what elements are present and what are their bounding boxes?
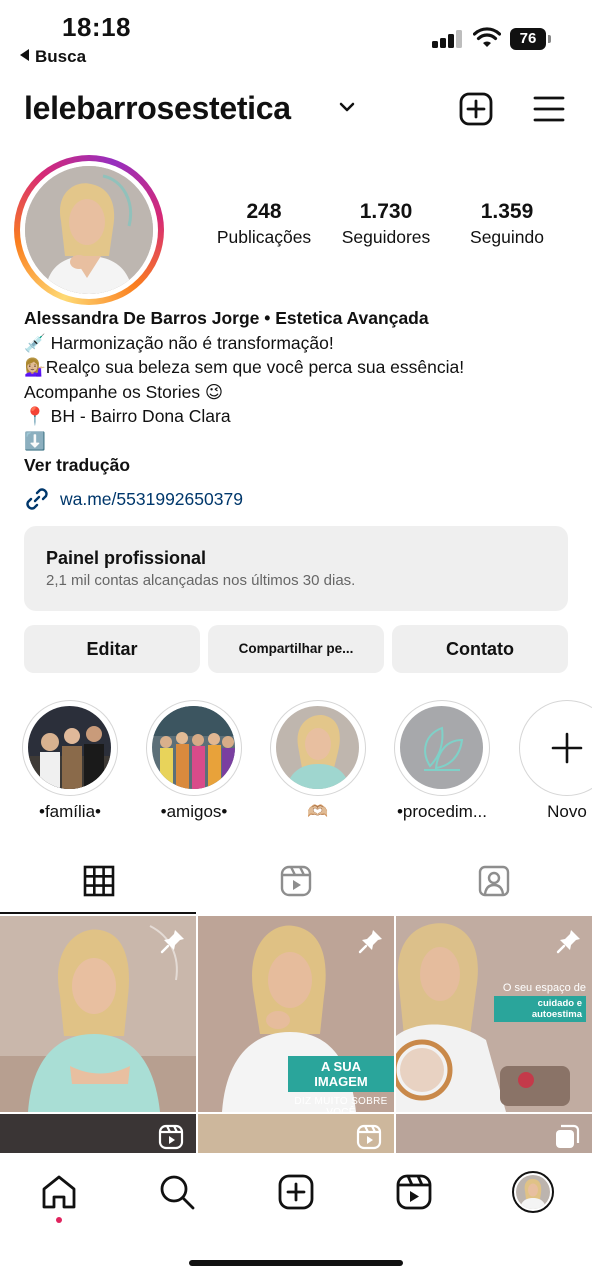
- profile-display-name: Alessandra De Barros Jorge • Estetica Av…: [24, 308, 429, 328]
- share-profile-button[interactable]: Compartilhar pe...: [208, 625, 384, 673]
- new-highlight-ring: [519, 700, 592, 796]
- profile-nav-avatar[interactable]: [512, 1171, 554, 1213]
- post-tile[interactable]: [0, 1114, 196, 1153]
- hands-cover-image: [276, 706, 359, 789]
- back-to-app-button[interactable]: Busca: [20, 47, 86, 67]
- professional-dashboard[interactable]: Painel profissional 2,1 mil contas alcan…: [24, 526, 568, 611]
- highlight-cover: [276, 706, 359, 789]
- link-icon: [26, 488, 48, 510]
- plus-icon: [551, 732, 583, 764]
- highlight-ring: [394, 700, 490, 796]
- post-caption-line: O seu espaço de: [502, 982, 586, 994]
- battery-tip: [548, 35, 551, 43]
- menu-icon[interactable]: [533, 95, 565, 123]
- reels-tab-icon[interactable]: [279, 864, 313, 898]
- highlight-label: Novo: [547, 802, 587, 821]
- highlight-hands[interactable]: 🫶🏼: [268, 700, 368, 822]
- friends-cover-image: [152, 706, 235, 789]
- home-icon[interactable]: [40, 1173, 78, 1211]
- edit-profile-button[interactable]: Editar: [24, 625, 200, 673]
- profile-avatar[interactable]: [14, 155, 164, 305]
- avatar-portrait: [25, 166, 153, 294]
- post-caption-overlay: O seu espaço de cuidado e autoestima: [494, 982, 586, 1022]
- highlight-label: 🫶🏼: [307, 802, 329, 821]
- back-triangle-icon: [20, 49, 29, 61]
- cellular-signal-icon: [432, 30, 464, 48]
- reel-icon: [158, 1124, 184, 1150]
- battery-icon: 76: [510, 28, 546, 50]
- highlight-ring: [270, 700, 366, 796]
- avatar-photo: [25, 166, 153, 294]
- bottom-navigation: [0, 1153, 592, 1280]
- pin-icon: [160, 930, 184, 954]
- followers-number: 1.730: [359, 200, 413, 223]
- create-icon[interactable]: [277, 1173, 315, 1211]
- reel-icon: [356, 1124, 382, 1150]
- nav-avatar-image: [516, 1175, 550, 1209]
- highlight-cover: [152, 706, 235, 789]
- bio-link-text: wa.me/5531992650379: [60, 489, 243, 509]
- contact-button[interactable]: Contato: [392, 625, 568, 673]
- profile-bio: Alessandra De Barros Jorge • Estetica Av…: [24, 306, 574, 478]
- posts-count[interactable]: 248 Publicações: [210, 200, 318, 248]
- post-tile[interactable]: [198, 1114, 394, 1153]
- posts-label: Publicações: [216, 227, 312, 247]
- back-app-label: Busca: [35, 47, 87, 66]
- post-tile[interactable]: O seu espaço de cuidado e autoestima: [396, 916, 592, 1112]
- highlight-family[interactable]: •família•: [20, 700, 120, 822]
- highlight-label: •família•: [39, 802, 101, 821]
- see-translation-link[interactable]: Ver tradução: [24, 453, 574, 478]
- status-bar: 18:18 Busca 76: [0, 0, 592, 70]
- highlight-ring: [22, 700, 118, 796]
- dashboard-title: Painel profissional: [46, 548, 207, 568]
- family-cover-image: [28, 706, 111, 789]
- dashboard-subtitle: 2,1 mil contas alcançadas nos últimos 30…: [46, 572, 356, 589]
- home-indicator: [189, 1260, 403, 1266]
- following-number: 1.359: [480, 200, 534, 223]
- reels-icon[interactable]: [395, 1173, 433, 1211]
- active-tab-indicator: [0, 912, 196, 914]
- highlight-label: •amigos•: [160, 802, 228, 821]
- bio-line: ⬇️: [24, 430, 46, 451]
- bio-line: 💉 Harmonização não é transformação!: [24, 332, 334, 353]
- status-time: 18:18: [62, 12, 131, 42]
- highlight-cover: [28, 706, 111, 789]
- profile-username[interactable]: lelebarrosestetica: [24, 90, 291, 127]
- post-caption-main: A SUA IMAGEM: [288, 1056, 394, 1092]
- grid-tab-icon[interactable]: [82, 864, 116, 898]
- avatar-gap: [20, 161, 158, 299]
- tagged-tab-icon[interactable]: [477, 864, 511, 898]
- logo-cover-image: [400, 706, 483, 789]
- post-tile[interactable]: [396, 1114, 592, 1153]
- post-caption-sub: DIZ MUITO SOBRE VOCÊ: [294, 1096, 388, 1112]
- highlight-label: •procedim...: [396, 802, 488, 821]
- pin-icon: [556, 930, 580, 954]
- wifi-icon: [473, 27, 501, 47]
- post-tile[interactable]: [0, 916, 196, 1112]
- highlight-ring: [146, 700, 242, 796]
- bio-line: Acompanhe os Stories 😉: [24, 381, 224, 402]
- search-icon[interactable]: [158, 1173, 196, 1211]
- bio-link[interactable]: wa.me/5531992650379: [24, 486, 243, 512]
- highlight-cover: [400, 706, 483, 789]
- create-post-icon[interactable]: [459, 92, 493, 126]
- notification-dot: [56, 1217, 62, 1223]
- followers-label: Seguidores: [341, 227, 431, 247]
- followers-count[interactable]: 1.730 Seguidores: [334, 200, 438, 248]
- bio-line: 📍 BH - Bairro Dona Clara: [24, 406, 231, 426]
- post-caption-overlay: A SUA IMAGEM DIZ MUITO SOBRE VOCÊ: [288, 1056, 394, 1112]
- carousel-icon: [556, 1124, 580, 1148]
- following-count[interactable]: 1.359 Seguindo: [460, 200, 554, 248]
- highlight-new[interactable]: Novo: [517, 700, 592, 822]
- chevron-down-icon[interactable]: [338, 100, 356, 114]
- highlight-procedures[interactable]: •procedim...: [392, 700, 492, 822]
- bio-line: 💁🏼‍♀️Realço sua beleza sem que você perc…: [24, 357, 465, 377]
- following-label: Seguindo: [470, 227, 544, 247]
- posts-number: 248: [246, 200, 282, 223]
- highlight-friends[interactable]: •amigos•: [144, 700, 244, 822]
- post-tile[interactable]: A SUA IMAGEM DIZ MUITO SOBRE VOCÊ: [198, 916, 394, 1112]
- post-caption-highlight: cuidado e autoestima: [494, 996, 586, 1022]
- pin-icon: [358, 930, 382, 954]
